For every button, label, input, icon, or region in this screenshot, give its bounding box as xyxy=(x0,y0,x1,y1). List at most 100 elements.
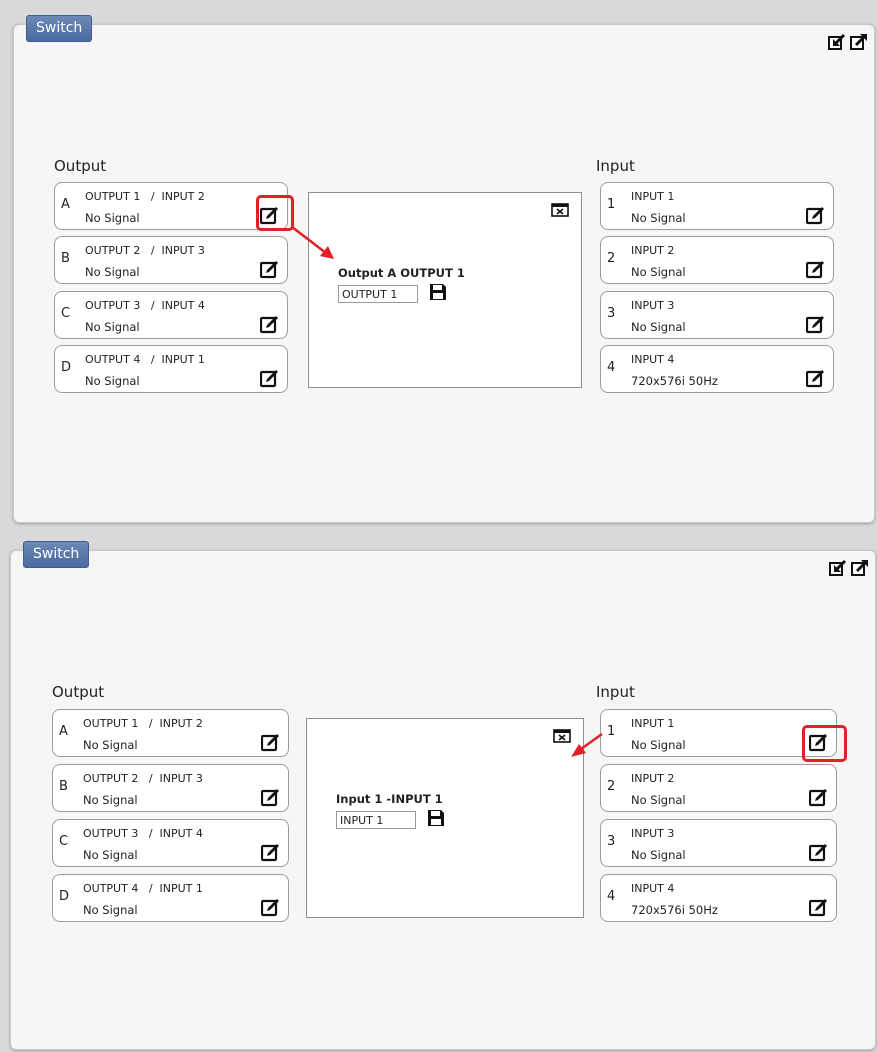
input-number: 2 xyxy=(607,251,616,266)
output-letter: D xyxy=(59,889,70,904)
input-number: 4 xyxy=(607,889,616,904)
input-name: INPUT 2 xyxy=(631,244,675,257)
edit-icon[interactable] xyxy=(260,315,279,334)
output-signal: No Signal xyxy=(85,320,140,334)
switch-tab[interactable]: Switch xyxy=(23,541,90,568)
input-card-3[interactable]: 3 INPUT 3 No Signal xyxy=(600,819,837,867)
input-number: 1 xyxy=(607,197,616,212)
output-route: OUTPUT 2 / INPUT 3 xyxy=(83,772,203,785)
output-letter: B xyxy=(59,779,68,794)
input-name: INPUT 4 xyxy=(631,353,675,366)
output-letter: C xyxy=(59,834,69,849)
input-signal: 720x576i 50Hz xyxy=(631,374,718,388)
output-card-d[interactable]: D OUTPUT 4 / INPUT 1 No Signal xyxy=(54,345,288,393)
output-letter: B xyxy=(61,251,70,266)
output-name-input[interactable] xyxy=(338,285,418,303)
output-signal: No Signal xyxy=(83,903,138,917)
input-title: Input xyxy=(596,683,635,701)
input-number: 2 xyxy=(607,779,616,794)
edit-name-label: Input 1 -INPUT 1 xyxy=(336,792,443,806)
output-route: OUTPUT 4 / INPUT 1 xyxy=(85,353,205,366)
edit-icon[interactable] xyxy=(260,369,279,388)
input-number: 1 xyxy=(607,724,616,739)
output-route: OUTPUT 4 / INPUT 1 xyxy=(83,882,203,895)
output-signal: No Signal xyxy=(83,793,138,807)
edit-icon[interactable] xyxy=(260,206,279,225)
input-name: INPUT 1 xyxy=(631,717,675,730)
save-icon[interactable] xyxy=(429,283,447,301)
input-name: INPUT 4 xyxy=(631,882,675,895)
input-signal: No Signal xyxy=(631,738,686,752)
popout-icon[interactable] xyxy=(850,33,868,51)
input-card-2[interactable]: 2 INPUT 2 No Signal xyxy=(600,236,834,284)
edit-icon[interactable] xyxy=(809,843,828,862)
window-icons xyxy=(828,33,868,51)
output-card-a[interactable]: A OUTPUT 1 / INPUT 2 No Signal xyxy=(54,182,288,230)
input-signal: No Signal xyxy=(631,793,686,807)
edit-icon[interactable] xyxy=(806,315,825,334)
switch-panel-2: Switch Output Input A OUTPUT 1 / INPUT 2… xyxy=(10,541,876,1050)
input-number: 3 xyxy=(607,834,616,849)
output-card-b[interactable]: B OUTPUT 2 / INPUT 3 No Signal xyxy=(52,764,289,812)
output-card-c[interactable]: C OUTPUT 3 / INPUT 4 No Signal xyxy=(52,819,289,867)
output-route: OUTPUT 3 / INPUT 4 xyxy=(83,827,203,840)
input-number: 3 xyxy=(607,306,616,321)
edit-icon[interactable] xyxy=(809,733,828,752)
close-icon[interactable] xyxy=(553,729,571,743)
edit-icon[interactable] xyxy=(261,898,280,917)
output-card-a[interactable]: A OUTPUT 1 / INPUT 2 No Signal xyxy=(52,709,289,757)
output-letter: C xyxy=(61,306,71,321)
output-letter: A xyxy=(61,197,70,212)
output-signal: No Signal xyxy=(85,211,140,225)
close-icon[interactable] xyxy=(551,203,569,217)
export-icon[interactable] xyxy=(829,559,847,577)
input-name: INPUT 2 xyxy=(631,772,675,785)
input-name: INPUT 3 xyxy=(631,827,675,840)
output-route: OUTPUT 2 / INPUT 3 xyxy=(85,244,205,257)
edit-icon[interactable] xyxy=(260,260,279,279)
input-card-4[interactable]: 4 INPUT 4 720x576i 50Hz xyxy=(600,874,837,922)
switch-tab[interactable]: Switch xyxy=(26,15,93,42)
output-title: Output xyxy=(52,683,105,701)
input-name-input[interactable] xyxy=(336,811,416,829)
output-signal: No Signal xyxy=(85,265,140,279)
input-name: INPUT 1 xyxy=(631,190,675,203)
input-card-1[interactable]: 1 INPUT 1 No Signal xyxy=(600,709,837,757)
edit-icon[interactable] xyxy=(261,843,280,862)
output-route: OUTPUT 3 / INPUT 4 xyxy=(85,299,205,312)
input-card-3[interactable]: 3 INPUT 3 No Signal xyxy=(600,291,834,339)
edit-icon[interactable] xyxy=(809,788,828,807)
input-signal: No Signal xyxy=(631,320,686,334)
output-letter: D xyxy=(61,360,72,375)
input-card-1[interactable]: 1 INPUT 1 No Signal xyxy=(600,182,834,230)
export-icon[interactable] xyxy=(828,33,846,51)
window-icons xyxy=(829,559,869,577)
edit-icon[interactable] xyxy=(261,733,280,752)
input-signal: No Signal xyxy=(631,211,686,225)
popout-icon[interactable] xyxy=(851,559,869,577)
edit-icon[interactable] xyxy=(806,260,825,279)
input-number: 4 xyxy=(607,360,616,375)
output-card-d[interactable]: D OUTPUT 4 / INPUT 1 No Signal xyxy=(52,874,289,922)
output-route: OUTPUT 1 / INPUT 2 xyxy=(85,190,205,203)
save-icon[interactable] xyxy=(427,809,445,827)
output-title: Output xyxy=(54,157,107,175)
edit-name-dialog: Input 1 -INPUT 1 xyxy=(306,718,584,918)
output-card-b[interactable]: B OUTPUT 2 / INPUT 3 No Signal xyxy=(54,236,288,284)
switch-panel-1: Switch Output Input A OUTPUT 1 / INPUT 2… xyxy=(13,15,875,523)
input-signal: No Signal xyxy=(631,265,686,279)
edit-name-dialog: Output A OUTPUT 1 xyxy=(308,192,582,388)
edit-icon[interactable] xyxy=(261,788,280,807)
output-card-c[interactable]: C OUTPUT 3 / INPUT 4 No Signal xyxy=(54,291,288,339)
output-signal: No Signal xyxy=(83,848,138,862)
input-signal: No Signal xyxy=(631,848,686,862)
edit-icon[interactable] xyxy=(809,898,828,917)
output-route: OUTPUT 1 / INPUT 2 xyxy=(83,717,203,730)
input-signal: 720x576i 50Hz xyxy=(631,903,718,917)
input-card-4[interactable]: 4 INPUT 4 720x576i 50Hz xyxy=(600,345,834,393)
input-card-2[interactable]: 2 INPUT 2 No Signal xyxy=(600,764,837,812)
edit-icon[interactable] xyxy=(806,369,825,388)
output-signal: No Signal xyxy=(83,738,138,752)
output-letter: A xyxy=(59,724,68,739)
edit-icon[interactable] xyxy=(806,206,825,225)
